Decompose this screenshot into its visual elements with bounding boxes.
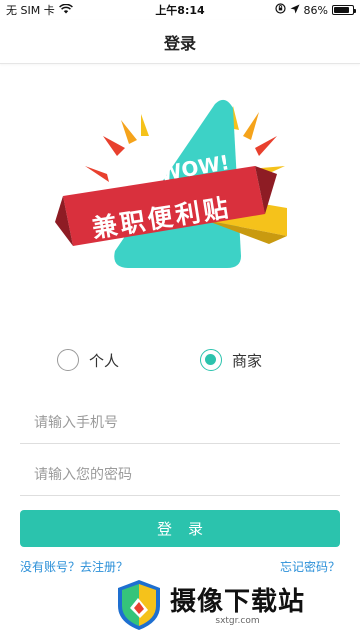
- battery-icon: [332, 5, 356, 15]
- status-bar: 无 SIM 卡 上午8:14 86%: [0, 0, 360, 20]
- orientation-lock-icon: [274, 3, 286, 17]
- battery-level: [334, 7, 350, 13]
- register-link[interactable]: 没有账号？去注册？: [20, 558, 128, 575]
- battery-percent: 86%: [303, 3, 328, 17]
- role-selector: 个人 商家: [0, 349, 360, 379]
- forgot-password-link[interactable]: 忘记密码？: [280, 558, 340, 575]
- wifi-icon: [58, 3, 73, 17]
- role-personal-label: 个人: [89, 351, 120, 370]
- nav-bar: 登录: [0, 20, 360, 64]
- watermark-logo-icon: [116, 578, 162, 636]
- role-merchant-option[interactable]: 商家: [200, 349, 262, 371]
- auth-links: 没有账号？去注册？ 忘记密码？: [20, 558, 340, 576]
- location-icon: [290, 4, 300, 17]
- login-button[interactable]: 登录: [20, 510, 340, 547]
- role-personal-option[interactable]: 个人: [57, 349, 119, 371]
- status-left: 无 SIM 卡: [6, 2, 275, 18]
- role-merchant-label: 商家: [232, 351, 263, 370]
- app-logo: WOW! 兼职便利贴: [55, 96, 305, 296]
- watermark-url: sxtgr.com: [215, 616, 260, 627]
- page-title: 登录: [163, 33, 196, 53]
- phone-field: [20, 402, 340, 444]
- carrier-label: 无 SIM 卡: [6, 4, 55, 17]
- watermark-title: 摄像下载站: [170, 586, 306, 617]
- phone-input[interactable]: [20, 402, 340, 443]
- watermark-text: 摄像下载站 sxtgr.com: [170, 588, 305, 627]
- watermark: 摄像下载站 sxtgr.com: [116, 576, 356, 638]
- status-right: 86%: [274, 3, 356, 17]
- radio-personal[interactable]: [57, 349, 79, 371]
- password-input[interactable]: [20, 454, 340, 495]
- radio-merchant[interactable]: [200, 349, 222, 371]
- password-field: [20, 454, 340, 496]
